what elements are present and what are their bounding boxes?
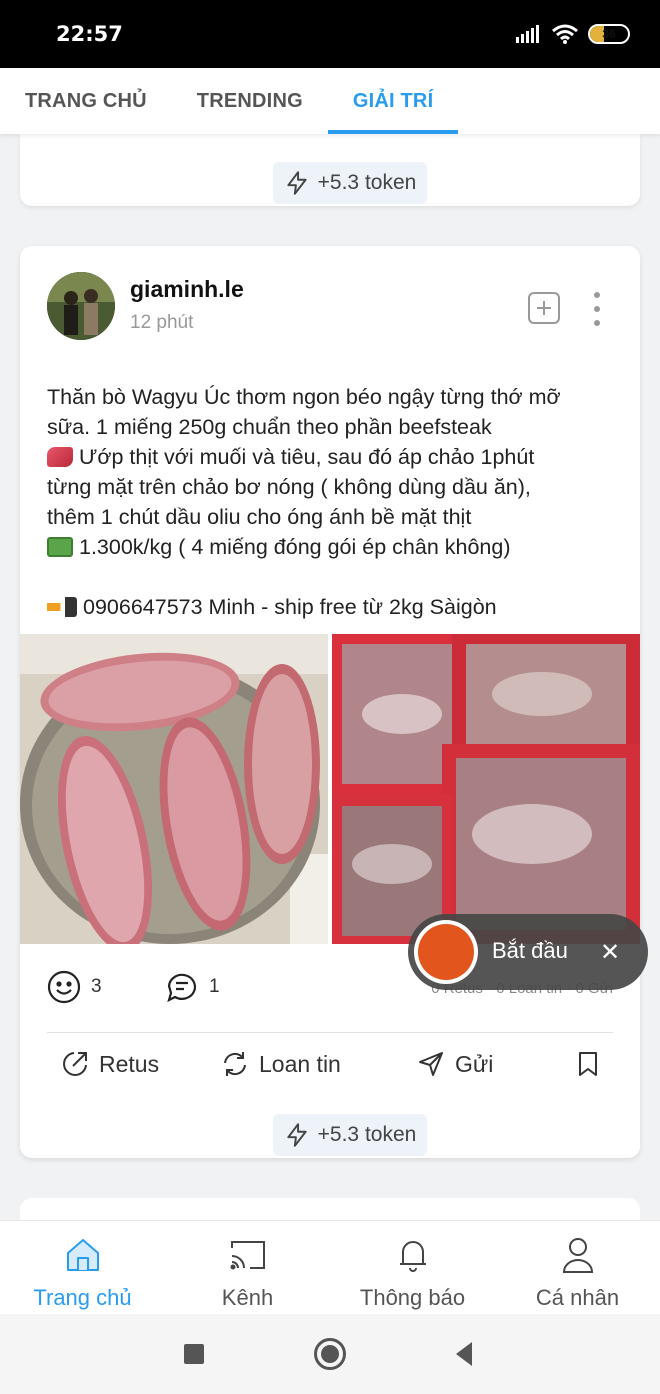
send-label: Gửi [455, 1050, 494, 1077]
retus-button[interactable]: Retus [61, 1050, 159, 1078]
nav-notifications[interactable]: Thông báo [330, 1221, 495, 1314]
bottom-nav: Trang chủ Kênh Thông báo Cá nhân [0, 1220, 660, 1314]
status-icons: 36 [516, 24, 630, 44]
post-time: 12 phút [130, 312, 194, 333]
record-start-label[interactable]: Bắt đầu [492, 938, 568, 964]
user-icon [562, 1238, 593, 1273]
record-widget: Bắt đầu ✕ [408, 914, 648, 990]
home-icon [66, 1239, 99, 1271]
battery-indicator: 36 [588, 24, 630, 44]
wifi-icon [552, 24, 578, 44]
nav-channel-label: Kênh [221, 1285, 274, 1310]
post-username[interactable]: giaminh.le [130, 276, 244, 303]
token-reward-button[interactable]: +5.3 token [273, 162, 427, 204]
post-actions: Retus Loan tin Gửi [47, 1050, 613, 1090]
post-line: 0906647573 Minh - ship free từ 2kg Sàigò… [47, 592, 627, 622]
token-label: +5.3 token [317, 1123, 417, 1146]
smile-icon [47, 970, 81, 1004]
token-label: +5.3 token [317, 171, 417, 194]
post-line: sữa. 1 miếng 250g chuẩn theo phần beefst… [47, 415, 492, 439]
battery-level: 36 [602, 27, 616, 41]
post-line-text: Ướp thịt với muối và tiêu, sau đó áp chả… [79, 445, 535, 469]
bookmark-icon [579, 1052, 597, 1076]
comment-count-label: 1 [209, 976, 220, 997]
external-link-icon [63, 1052, 87, 1076]
divider [47, 1032, 613, 1033]
token-reward-button[interactable]: +5.3 token [273, 1114, 427, 1156]
back-icon[interactable] [456, 1342, 472, 1366]
send-icon [419, 1052, 443, 1076]
more-options-button[interactable] [590, 292, 604, 326]
tab-giai-tri[interactable]: GIẢI TRÍ [327, 68, 459, 134]
bookmark-button[interactable] [575, 1050, 601, 1078]
top-tabs: TRANG CHỦ TRENDING GIẢI TRÍ [0, 68, 660, 134]
retus-label: Retus [99, 1050, 160, 1077]
status-time: 22:57 [56, 22, 123, 46]
post-line: Thăn bò Wagyu Úc thơm ngon béo ngậy từng… [47, 385, 561, 409]
repost-button[interactable]: Loan tin [221, 1050, 341, 1078]
post-line: 1.300k/kg ( 4 miếng đóng gói ép chân khô… [47, 532, 627, 562]
nav-profile[interactable]: Cá nhân [495, 1221, 660, 1314]
repost-label: Loan tin [259, 1050, 341, 1077]
dot-icon [594, 320, 600, 326]
lightning-icon [287, 171, 307, 195]
system-nav-bar [0, 1314, 660, 1394]
post-card: giaminh.le 12 phút Thăn bò Wagyu Úc thơm… [20, 246, 640, 1158]
lightning-icon [287, 1123, 307, 1147]
post-line: từng mặt trên chảo bơ nóng ( không dùng … [47, 475, 531, 499]
post-line-text: 1.300k/kg ( 4 miếng đóng gói ép chân khô… [79, 535, 511, 559]
follow-button[interactable] [528, 292, 560, 324]
reaction-count[interactable]: 3 [47, 970, 102, 1004]
comment-count[interactable]: 1 [165, 970, 220, 1004]
post-content: Thăn bò Wagyu Úc thơm ngon béo ngậy từng… [47, 382, 627, 622]
avatar[interactable] [47, 272, 115, 340]
previous-post-card: +5.3 token [20, 134, 640, 206]
record-icon [418, 924, 474, 980]
post-line: thêm 1 chút dầu oliu cho óng ánh bề mặt … [47, 505, 472, 529]
tab-trending[interactable]: TRENDING [172, 68, 328, 134]
photo-grid [20, 634, 640, 944]
record-close-button[interactable]: ✕ [600, 938, 620, 967]
nav-home[interactable]: Trang chủ [0, 1221, 165, 1314]
cast-icon [230, 1241, 265, 1270]
dot-icon [594, 306, 600, 312]
post-line: Ướp thịt với muối và tiêu, sau đó áp chả… [47, 442, 627, 472]
nav-notifications-label: Thông báo [359, 1285, 466, 1310]
reaction-count-label: 3 [91, 976, 102, 997]
status-bar: 22:57 36 [0, 0, 660, 68]
record-button[interactable] [414, 920, 478, 984]
comment-icon [167, 973, 197, 1003]
post-line-text: 0906647573 Minh - ship free từ 2kg Sàigò… [83, 595, 497, 619]
send-button[interactable]: Gửi [417, 1050, 493, 1078]
phone-arrow-icon [47, 597, 77, 617]
post-photo-packages[interactable] [332, 634, 640, 944]
nav-channel[interactable]: Kênh [165, 1221, 330, 1314]
recent-apps-icon[interactable] [184, 1344, 204, 1364]
dot-icon [594, 292, 600, 298]
nav-home-label: Trang chủ [33, 1285, 132, 1310]
bell-icon [399, 1241, 426, 1272]
nav-profile-label: Cá nhân [535, 1285, 620, 1310]
home-button-icon[interactable] [314, 1338, 346, 1370]
tab-trang-chu[interactable]: TRANG CHỦ [0, 68, 172, 134]
post-line [47, 562, 627, 592]
plus-icon [537, 301, 551, 315]
meat-icon [47, 447, 73, 467]
repost-icon [224, 1052, 246, 1076]
money-icon [47, 537, 73, 557]
post-photo-steaks[interactable] [20, 634, 328, 944]
signal-icon [516, 25, 539, 43]
